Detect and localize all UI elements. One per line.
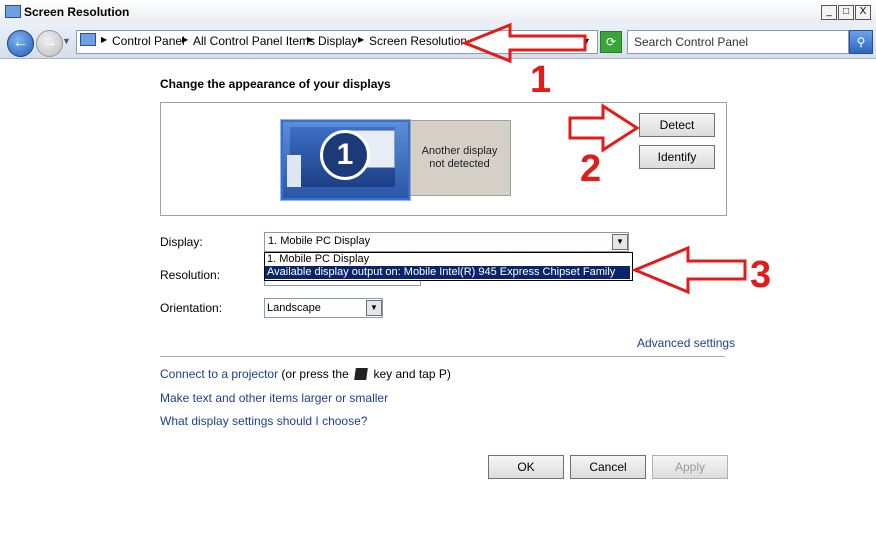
annotation-arrow-1 — [460, 22, 587, 64]
monitor-2-label-line1: Another display — [421, 145, 498, 157]
divider — [160, 356, 725, 357]
page-heading: Change the appearance of your displays — [160, 77, 391, 91]
text-size-link[interactable]: Make text and other items larger or smal… — [160, 391, 388, 405]
detect-button[interactable]: Detect — [639, 113, 715, 137]
back-arrow-icon[interactable]: ← — [7, 30, 34, 57]
breadcrumb-all-items[interactable]: All Control Panel Items — [193, 34, 315, 48]
breadcrumb-chevron-icon[interactable]: ▶ — [307, 35, 313, 44]
projector-row: Connect to a projector (or press the key… — [160, 367, 451, 381]
ok-button[interactable]: OK — [488, 455, 564, 479]
monitor-1-sidebar-graphic — [287, 155, 301, 187]
control-panel-icon — [80, 33, 96, 46]
annotation-number-2: 2 — [580, 148, 602, 190]
resolution-label: Resolution: — [160, 268, 221, 282]
orientation-select-value: Landscape — [267, 302, 321, 314]
search-placeholder: Search Control Panel — [634, 35, 749, 49]
projector-hint-a: (or press the — [281, 367, 349, 381]
connect-projector-link[interactable]: Connect to a projector — [160, 367, 278, 381]
monitor-2-label-line2: not detected — [429, 158, 490, 170]
annotation-arrow-2 — [568, 103, 640, 153]
refresh-icon[interactable]: ⟳ — [600, 31, 622, 53]
display-label: Display: — [160, 235, 203, 249]
advanced-settings-link[interactable]: Advanced settings — [637, 336, 735, 350]
apply-button: Apply — [652, 455, 728, 479]
projector-hint-b: key and tap P) — [373, 367, 451, 381]
title-bar — [0, 0, 876, 25]
display-app-icon — [5, 5, 21, 18]
forward-arrow-icon[interactable]: → — [36, 30, 63, 57]
monitor-1-number: 1 — [320, 130, 370, 180]
identify-button[interactable]: Identify — [639, 145, 715, 169]
windows-key-icon — [354, 368, 368, 380]
breadcrumb-display[interactable]: Display — [318, 34, 357, 48]
breadcrumb-screen-resolution[interactable]: Screen Resolution — [369, 34, 467, 48]
breadcrumb-control-panel[interactable]: Control Panel — [112, 34, 185, 48]
orientation-label: Orientation: — [160, 301, 223, 315]
annotation-number-3: 3 — [750, 254, 772, 296]
breadcrumb-chevron-icon[interactable]: ▶ — [358, 35, 364, 44]
display-select-value: 1. Mobile PC Display — [268, 235, 371, 247]
close-button[interactable]: X — [855, 5, 871, 20]
orientation-select-arrow-icon[interactable]: ▼ — [366, 300, 382, 316]
search-icon[interactable]: ⚲ — [849, 30, 873, 54]
history-dropdown-icon[interactable]: ▼ — [62, 36, 71, 46]
maximize-button[interactable]: □ — [838, 5, 854, 20]
dropdown-option-selected[interactable]: Available display output on: Mobile Inte… — [267, 266, 615, 278]
dropdown-option[interactable]: 1. Mobile PC Display — [267, 253, 369, 265]
breadcrumb-chevron-icon[interactable]: ▶ — [182, 35, 188, 44]
breadcrumb-chevron-icon[interactable]: ▶ — [101, 35, 107, 44]
window-title: Screen Resolution — [24, 5, 130, 19]
minimize-button[interactable]: _ — [821, 5, 837, 20]
display-settings-help-link[interactable]: What display settings should I choose? — [160, 414, 367, 428]
annotation-number-1: 1 — [530, 59, 552, 101]
monitor-2-label: Another display not detected — [412, 145, 507, 171]
cancel-button[interactable]: Cancel — [570, 455, 646, 479]
display-select-arrow-icon[interactable]: ▼ — [612, 234, 628, 250]
annotation-arrow-3 — [631, 245, 747, 295]
